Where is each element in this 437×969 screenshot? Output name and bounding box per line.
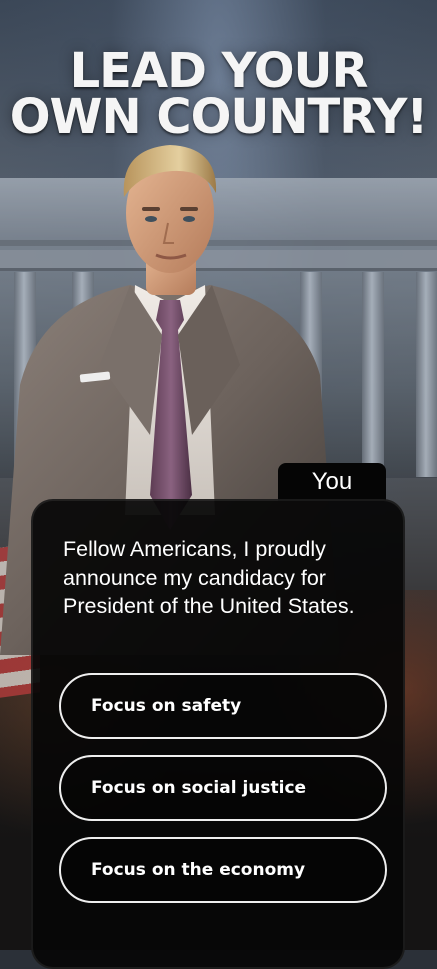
dialog-box: Fellow Americans, I proudly announce my …: [31, 499, 405, 969]
choice-button-safety[interactable]: Focus on safety: [59, 673, 387, 739]
dialog-message: Fellow Americans, I proudly announce my …: [63, 537, 355, 618]
headline: LEAD YOUR OWN COUNTRY!: [0, 43, 437, 145]
choice-label: Focus on the economy: [91, 860, 306, 880]
headline-line-2: OWN COUNTRY!: [9, 89, 429, 145]
choice-label: Focus on safety: [91, 696, 242, 716]
choice-label: Focus on social justice: [91, 778, 307, 798]
choice-button-economy[interactable]: Focus on the economy: [59, 837, 387, 903]
speaker-tag: You: [278, 463, 386, 501]
headline-line-1: LEAD YOUR: [69, 43, 369, 99]
choice-button-social-justice[interactable]: Focus on social justice: [59, 755, 387, 821]
